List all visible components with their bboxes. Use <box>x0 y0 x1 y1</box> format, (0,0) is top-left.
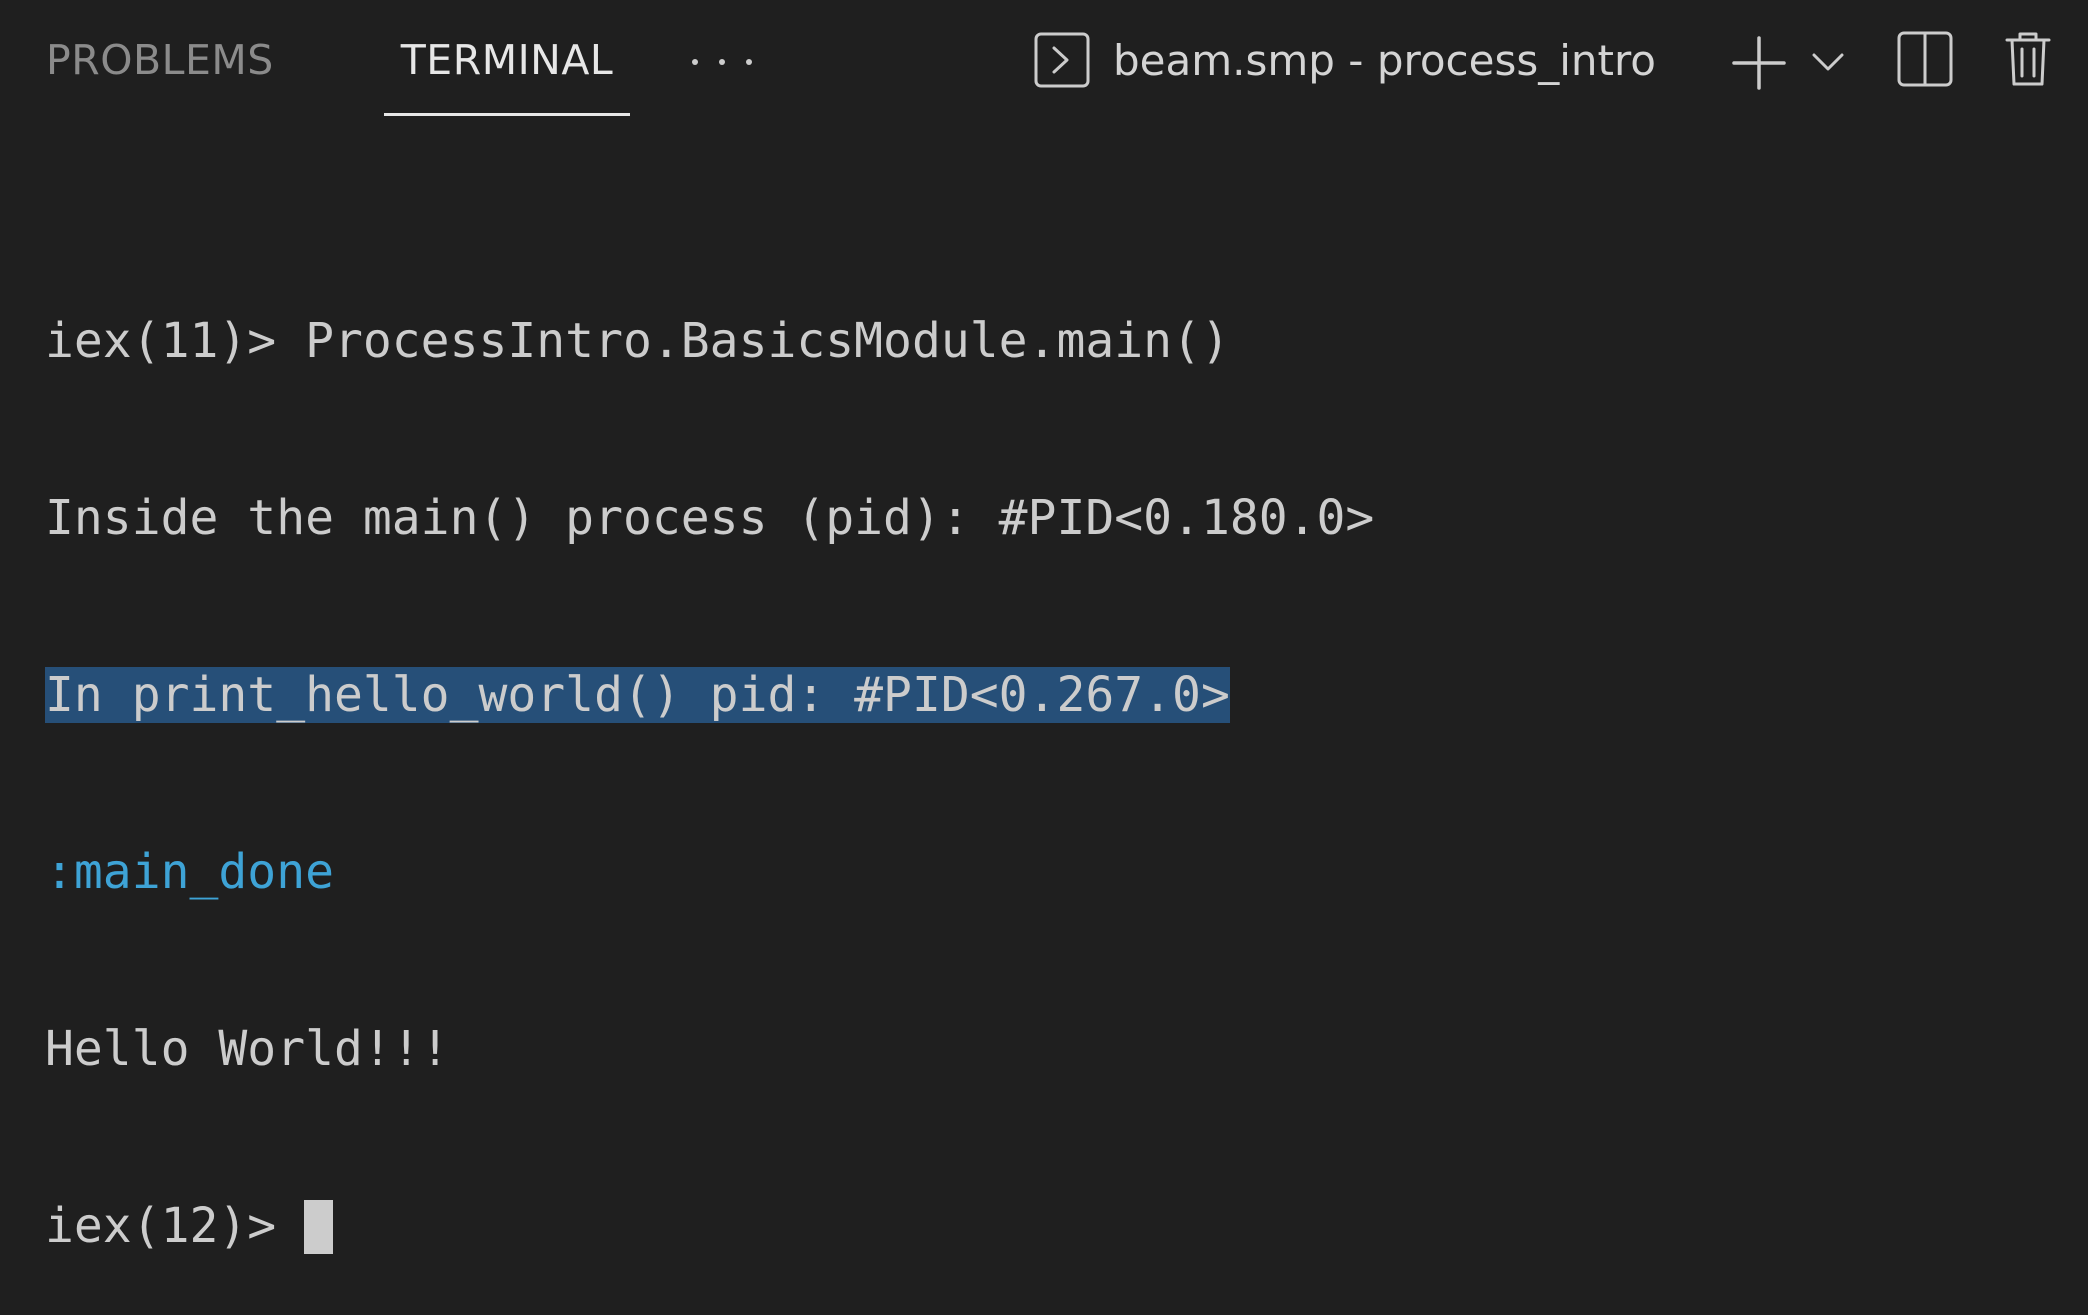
terminal-prompt-line[interactable]: iex(12)> <box>45 1197 2045 1256</box>
split-editor-icon[interactable] <box>1897 31 1953 87</box>
terminal-cursor <box>304 1200 334 1254</box>
terminal-title: beam.smp - process_intro <box>1113 35 1657 85</box>
terminal-output[interactable]: iex(11)> ProcessIntro.BasicsModule.main(… <box>45 194 2045 1315</box>
trash-icon[interactable] <box>2005 31 2051 87</box>
panel-header: PROBLEMS TERMINAL beam.smp - process_int… <box>0 0 2088 120</box>
terminal-line: Hello World!!! <box>45 1021 450 1077</box>
tab-problems[interactable]: PROBLEMS <box>46 0 274 120</box>
ellipsis-icon[interactable] <box>692 38 752 86</box>
terminal-line: :main_done <box>45 844 334 900</box>
chevron-down-icon[interactable] <box>1812 52 1844 72</box>
terminal-line: Inside the main() process (pid): #PID<0.… <box>45 490 1375 546</box>
terminal-line: iex(11)> ProcessIntro.BasicsModule.main(… <box>45 313 1230 369</box>
plus-icon[interactable] <box>1731 35 1787 91</box>
selected-terminal-line: In print_hello_world() pid: #PID<0.267.0… <box>45 667 1230 723</box>
terminal-icon <box>1034 32 1090 88</box>
terminal-selector[interactable]: beam.smp - process_intro <box>1034 29 1656 91</box>
tab-terminal[interactable]: TERMINAL <box>384 0 630 120</box>
active-tab-indicator <box>384 113 630 116</box>
terminal-prompt: iex(12)> <box>45 1198 277 1254</box>
